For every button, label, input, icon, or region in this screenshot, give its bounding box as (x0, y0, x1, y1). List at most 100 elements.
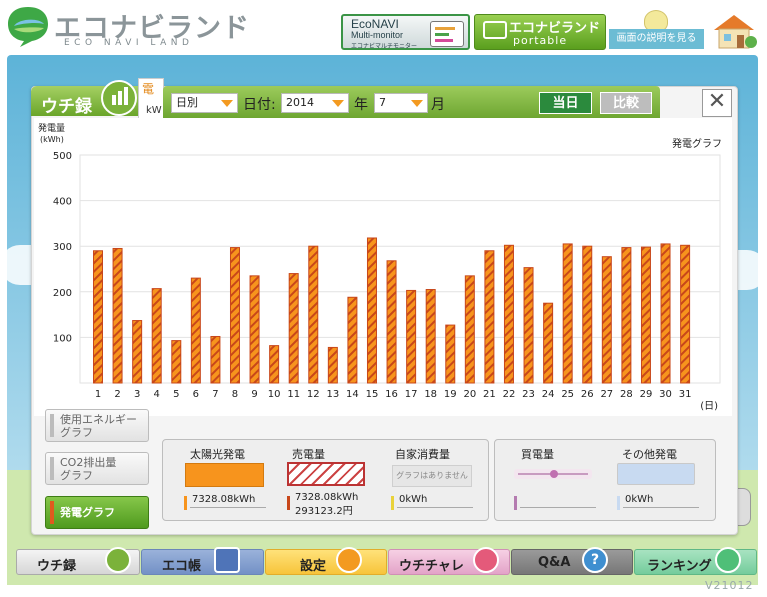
bar-day-22[interactable] (503, 244, 514, 384)
bar-day-14[interactable] (347, 296, 358, 384)
x-tick-label: 12 (307, 389, 320, 400)
logo-subtitle: ECO NAVI LAND (64, 38, 194, 48)
bar-day-28[interactable] (621, 247, 632, 384)
bar-day-24[interactable] (543, 302, 554, 384)
version-label: V21012 (705, 579, 754, 592)
legend-solar-marker (184, 496, 187, 510)
nav-ranking-button[interactable]: ランキング (634, 547, 757, 575)
co2-emission-graph-button[interactable]: CO2排出量 グラフ (45, 452, 149, 485)
nav-uchiroku-label: ウチ録 (37, 559, 77, 574)
nav-qa-label: Q&A (538, 555, 571, 570)
period-select[interactable]: 日別 (171, 93, 238, 113)
x-tick-label: 18 (424, 389, 437, 400)
bar-day-27[interactable] (601, 256, 612, 384)
bar-day-17[interactable] (406, 289, 417, 384)
crown-icon (715, 547, 741, 573)
bar-day-16[interactable] (386, 260, 397, 384)
bar-day-10[interactable] (269, 345, 280, 384)
bar-day-23[interactable] (523, 267, 534, 384)
generation-graph-label: 発電グラフ (60, 506, 115, 519)
x-tick-label: 24 (542, 389, 555, 400)
x-tick-label: 25 (561, 389, 574, 400)
portable-label: portable (513, 34, 568, 47)
econavi-multimonitor-button[interactable]: EcoNAVI Multi-monitor エコナビマルチモニター (341, 14, 470, 50)
bar-day-26[interactable] (582, 245, 593, 384)
bar-day-9[interactable] (249, 275, 260, 384)
bar-day-25[interactable] (562, 243, 573, 384)
wrench-icon (336, 547, 362, 573)
co2-emission-graph-label: CO2排出量 グラフ (60, 456, 117, 482)
econavi-land-portable-button[interactable]: エコナビランド portable (474, 14, 606, 50)
nav-ecochou-label: エコ帳 (162, 559, 202, 574)
tab-uchiroku-label: ウチ録 (41, 97, 92, 117)
legend-self-swatch: グラフはありません (392, 465, 472, 487)
legend-other-value: 0kWh (625, 494, 654, 505)
eco-navi-land-logo: エコナビランド ECO NAVI LAND (6, 4, 249, 50)
bar-day-31[interactable] (680, 244, 691, 384)
bar-day-15[interactable] (366, 237, 377, 384)
year-select[interactable]: 2014 (281, 93, 349, 113)
date-label: 日付: (243, 97, 276, 113)
legend-sell-swatch (287, 462, 365, 486)
x-tick-label: 5 (173, 389, 179, 400)
generation-graph-button[interactable]: 発電グラフ (45, 496, 149, 529)
nav-qa-button[interactable]: Q&A ? (511, 547, 633, 575)
today-button[interactable]: 当日 (539, 92, 592, 114)
notebook-icon (214, 547, 240, 573)
bar-day-20[interactable] (464, 275, 475, 384)
legend-self-title: 自家消費量 (395, 448, 450, 461)
bar-day-29[interactable] (640, 246, 651, 384)
legend-solar-swatch (185, 463, 264, 487)
legend-sell-marker (287, 496, 290, 510)
bar-day-1[interactable] (93, 250, 103, 384)
bar-day-21[interactable] (484, 250, 495, 384)
legend-sell-title: 売電量 (292, 448, 325, 461)
legend-solar-value: 7328.08kWh (192, 494, 256, 505)
x-tick-label: 27 (600, 389, 613, 400)
generation-bar-chart: 1002003004005001 2 3 4 5 6 7 8 9 10 11 12 13 14 15 16 17… (38, 122, 722, 412)
bar-day-30[interactable] (660, 243, 671, 384)
nav-ecochou-button[interactable]: エコ帳 (141, 547, 264, 575)
x-tick-label: 6 (193, 389, 199, 400)
bar-day-11[interactable] (288, 273, 299, 384)
x-tick-label: 11 (287, 389, 300, 400)
year-select-value: 2014 (286, 96, 314, 109)
bar-day-18[interactable] (425, 289, 436, 384)
dropdown-arrow-icon (221, 100, 233, 107)
nav-uchichare-button[interactable]: ウチチャレ (388, 547, 510, 575)
bar-day-12[interactable] (308, 245, 319, 384)
legend-sell-value: 7328.08kWh (295, 492, 359, 503)
home-icon[interactable] (710, 12, 758, 50)
nav-uchiroku-button[interactable]: ウチ録 (16, 547, 140, 575)
question-icon: ? (582, 547, 608, 573)
bar-day-5[interactable] (171, 340, 182, 384)
bar-day-3[interactable] (132, 320, 143, 384)
x-tick-label: 4 (154, 389, 160, 400)
bar-day-6[interactable] (190, 277, 201, 384)
speech-bubble-logo-icon (8, 7, 48, 47)
legend-buy-title: 買電量 (521, 448, 554, 461)
x-tick-label: 3 (134, 389, 140, 400)
bar-day-13[interactable] (327, 346, 338, 384)
close-button[interactable]: ✕ (702, 89, 732, 117)
bar-day-4[interactable] (151, 288, 162, 384)
x-tick-label: 22 (503, 389, 516, 400)
legend-other-title: その他発電 (622, 448, 677, 461)
multimonitor-jp-label: エコナビマルチモニター (351, 43, 418, 50)
compare-button[interactable]: 比較 (600, 92, 652, 114)
energy-usage-graph-button[interactable]: 使用エネルギー グラフ (45, 409, 149, 442)
legend-buy-marker (514, 496, 517, 510)
bar-day-8[interactable] (229, 247, 240, 384)
y-tick-label: 400 (53, 197, 72, 208)
x-tick-label: 15 (366, 389, 379, 400)
bar-day-7[interactable] (210, 335, 221, 384)
nav-settings-button[interactable]: 設定 (265, 547, 387, 575)
month-select[interactable]: 7 (374, 93, 428, 113)
bar-day-2[interactable] (112, 247, 123, 384)
x-tick-label: 29 (640, 389, 653, 400)
bar-day-19[interactable] (445, 324, 456, 384)
screen-help-button[interactable]: 画面の説明を見る (609, 29, 704, 49)
x-tick-label: 19 (444, 389, 457, 400)
month-select-value: 7 (379, 96, 386, 109)
x-tick-label: 1 (95, 389, 101, 400)
